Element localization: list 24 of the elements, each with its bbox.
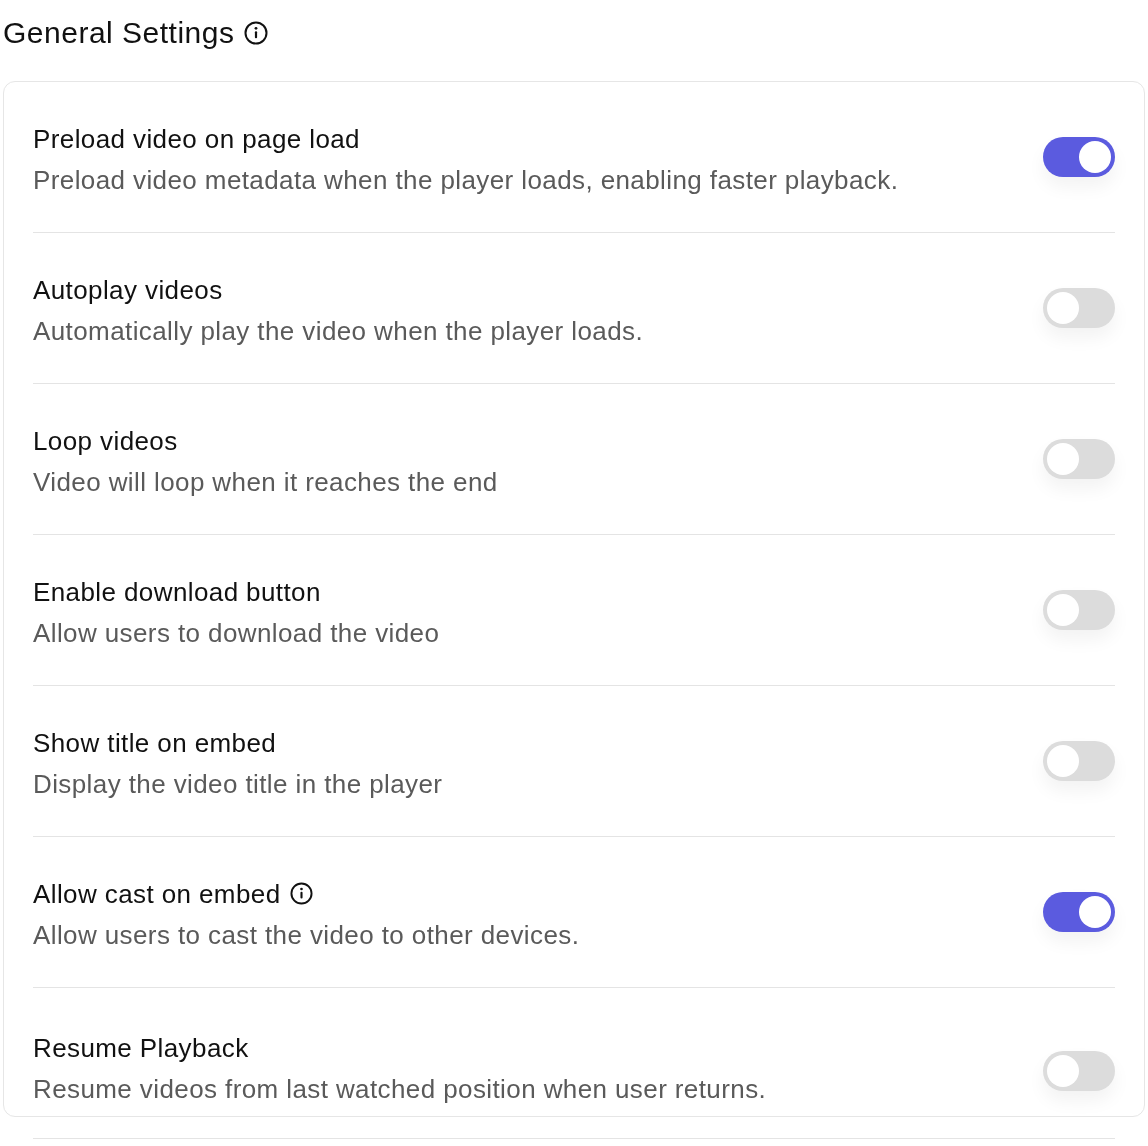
page-title: General Settings [3,16,235,50]
info-icon[interactable] [244,21,269,45]
info-icon[interactable] [289,882,313,905]
setting-title: Autoplay videos [33,274,223,305]
setting-description: Allow users to download the video [33,617,440,648]
setting-title: Enable download button [33,576,321,607]
setting-description: Automatically play the video when the player loads. [33,315,644,346]
setting-title: Preload video on page load [33,123,360,154]
setting-title: Allow cast on embed [33,878,281,909]
toggle-switch[interactable] [1043,892,1115,932]
toggle-switch[interactable] [1043,1051,1115,1091]
toggle-switch[interactable] [1043,741,1115,781]
setting-description: Display the video title in the player [33,768,443,799]
setting-description: Allow users to cast the video to other devices. [33,919,580,950]
setting-description: Resume videos from last watched position when user returns. [33,1074,767,1104]
toggle-switch[interactable] [1043,439,1115,479]
setting-description: Video will loop when it reaches the end [33,466,498,497]
toggle-switch[interactable] [1043,288,1115,328]
setting-title: Loop videos [33,425,178,456]
toggle-switch[interactable] [1043,590,1115,630]
setting-title: Resume Playback [33,1033,249,1063]
toggle-switch[interactable] [1043,137,1115,177]
setting-title: Show title on embed [33,727,277,758]
setting-description: Preload video metadata when the player loads, enabling faster playback. [33,164,899,195]
